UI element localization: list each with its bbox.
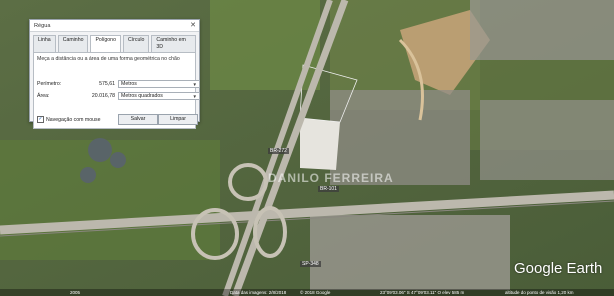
ruler-title: Régua [34,22,51,29]
save-button[interactable]: Salvar [118,114,158,125]
area-label: Área: [37,93,50,99]
area-unit-select[interactable]: Metros quadrados ▼ [118,92,200,100]
tab-line[interactable]: Linha [33,35,56,52]
perimeter-unit: Metros [121,81,137,87]
area-unit: Metros quadrados [121,93,163,99]
road-label: BR-101 [318,186,339,192]
perimeter-label: Perímetro: [37,81,62,87]
imagery-year: 2005 [70,290,81,295]
close-icon[interactable]: ✕ [187,21,199,31]
clear-button[interactable]: Limpar [158,114,198,125]
eye-altitude: altitude do ponto de visão 1,20 km [505,290,574,295]
ruler-titlebar: Régua ✕ [30,20,199,32]
tab-polygon[interactable]: Polígono [90,35,121,52]
status-bar: 2005 Data das imagens: 2/8/2018 © 2018 G… [0,289,614,296]
perimeter-unit-select[interactable]: Metros ▼ [118,80,200,88]
tab-circle[interactable]: Círculo [122,35,150,52]
tab-path[interactable]: Caminho [57,35,89,52]
ruler-description: Meça a distância ou a área de uma forma … [37,56,180,62]
copyright: © 2018 Google [300,290,331,295]
coordinates: 23°09'03.06" S 47°09'03.11" O elev 585 m [380,290,465,295]
area-row: Área: 20.016,78 Metros quadrados ▼ [37,92,200,100]
imagery-date: Data das imagens: 2/8/2018 [230,290,287,295]
chevron-down-icon: ▼ [192,81,197,87]
chevron-down-icon: ▼ [192,93,197,99]
watermark: DANILO FERREIRA [268,171,394,185]
perimeter-value: 575,61 [99,81,115,87]
area-value: 20.016,78 [91,93,115,99]
road-label: BR-272 [268,148,289,154]
ruler-tabs: Linha Caminho Polígono Círculo Caminho e… [30,32,199,52]
road-label: SP-348 [300,261,321,267]
tab-3d-path[interactable]: Caminho em 3D [151,35,196,52]
google-earth-logo: Google Earth [514,260,603,277]
checkbox-check-icon: ✓ [37,116,44,123]
mouse-navigation-checkbox[interactable]: ✓ Navegação com mouse [37,116,101,123]
mouse-navigation-label: Navegação com mouse [46,116,101,123]
ruler-panel: Meça a distância ou a área de uma forma … [33,52,200,129]
perimeter-row: Perímetro: 575,61 Metros ▼ [37,80,200,88]
ruler-dialog: Régua ✕ Linha Caminho Polígono Círculo C… [29,19,200,129]
